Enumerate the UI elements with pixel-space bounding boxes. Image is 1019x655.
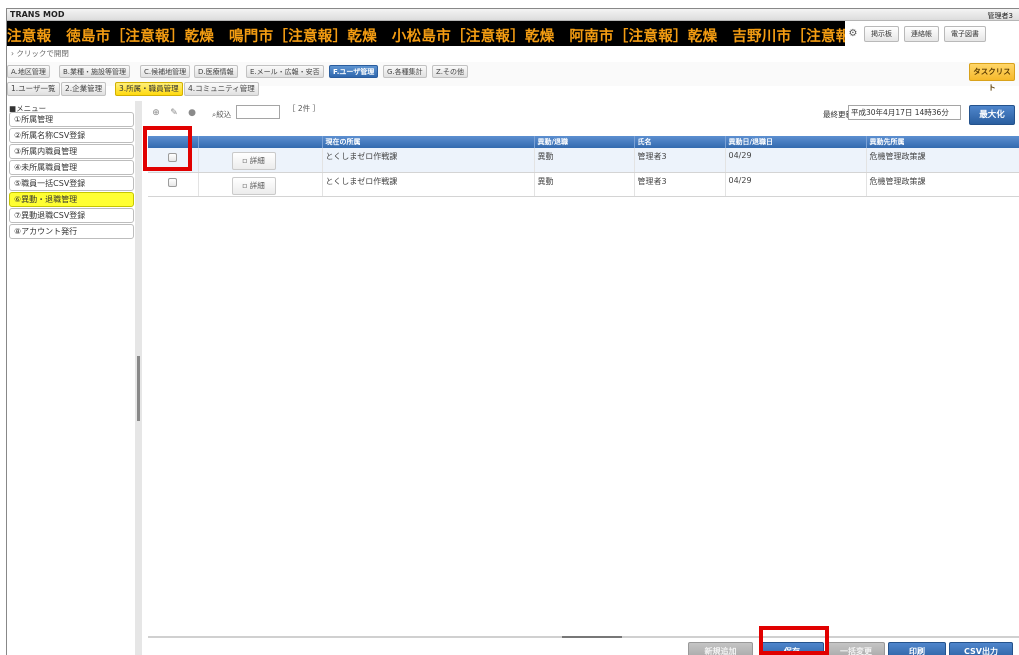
edit-icon[interactable]: ✎: [168, 107, 180, 119]
sidebar-item-affiliation-csv[interactable]: ②所属名称CSV登録: [9, 128, 134, 143]
add-icon[interactable]: ⊕: [150, 107, 162, 119]
tab-statistics[interactable]: G.各種集計: [383, 65, 427, 78]
current-affiliation: とくしまゼロ作戦課: [322, 148, 535, 173]
table-row[interactable]: ▫ 詳細 とくしまゼロ作戦課 異動 管理者3 04/29 危機管理政策課: [148, 148, 1019, 173]
chevron-right-icon: ›: [11, 49, 14, 58]
splitter-grip[interactable]: [137, 356, 140, 421]
sidebar: ■メニュー ①所属管理 ②所属名称CSV登録 ③所属内職員管理 ④未所属職員管理…: [7, 101, 142, 655]
app-window: TRANS MOD 管理者3 注意報 徳島市［注意報］乾燥 鳴門市［注意報］乾燥…: [6, 8, 1019, 655]
destination: 危機管理政策課: [866, 172, 1019, 197]
grid-toolbar: ⊕ ✎ ● ⌕絞込 ［ 2件 ］ 最終更新日 平成30年4月17日 14時36分…: [142, 101, 1019, 129]
col-current-affiliation[interactable]: 現在の所属: [322, 136, 535, 148]
sidebar-item-affiliation[interactable]: ①所属管理: [9, 112, 134, 127]
col-detail: [198, 136, 323, 148]
sidebar-item-staff[interactable]: ③所属内職員管理: [9, 144, 134, 159]
sidebar-item-transfer-retire[interactable]: ⑥異動・退職管理: [9, 192, 134, 207]
bulletin-button[interactable]: 掲示板: [864, 26, 899, 42]
title-bar: TRANS MOD 管理者3: [7, 9, 1019, 21]
tab-user-management[interactable]: F.ユーザ管理: [329, 65, 379, 78]
tab-candidate-site[interactable]: C.候補地管理: [140, 65, 191, 78]
detail-label: 詳細: [249, 156, 265, 165]
tab-other[interactable]: Z.その他: [432, 65, 469, 78]
staff-name: 管理者3: [634, 148, 726, 173]
menu-header: ■メニュー: [9, 104, 47, 113]
tab-medical[interactable]: D.医療情報: [194, 65, 238, 78]
col-date[interactable]: 異動日/退職日: [725, 136, 867, 148]
filter-label: ⌕絞込: [212, 109, 231, 120]
document-icon: ▫: [242, 180, 250, 190]
app-title: TRANS MOD: [10, 10, 65, 19]
detail-label: 詳細: [249, 180, 265, 190]
col-transfer-type[interactable]: 異動/退職: [534, 136, 635, 148]
quick-toggle[interactable]: › クリックで開閉: [7, 48, 1019, 60]
record-count: ［ 2件 ］: [288, 104, 321, 113]
gear-icon[interactable]: ⚙: [847, 28, 859, 40]
user-name[interactable]: 管理者3: [988, 11, 1013, 21]
info-icon[interactable]: ●: [186, 107, 198, 119]
top-right-buttons: ⚙ 掲示板 連絡帳 電子図書: [847, 23, 1019, 45]
library-button[interactable]: 電子図書: [944, 26, 986, 42]
highlight-box-save: [759, 626, 829, 655]
filter-label-text: 絞込: [216, 110, 232, 119]
horizontal-scrollbar[interactable]: [148, 636, 1019, 638]
highlight-box-checkbox: [143, 126, 192, 171]
col-name[interactable]: 氏名: [634, 136, 726, 148]
sidebar-splitter[interactable]: [135, 101, 142, 655]
col-destination[interactable]: 異動先所属: [866, 136, 1019, 148]
contact-button[interactable]: 連絡帳: [904, 26, 939, 42]
table-header: 現在の所属 異動/退職 氏名 異動日/退職日 異動先所属: [148, 136, 1019, 148]
sidebar-item-transfer-csv[interactable]: ⑦異動退職CSV登録: [9, 208, 134, 223]
sidebar-item-unassigned-staff[interactable]: ④未所属職員管理: [9, 160, 134, 175]
csv-export-button[interactable]: CSV出力: [949, 642, 1013, 655]
tab-mail[interactable]: E.メール・広報・安否: [246, 65, 324, 78]
current-affiliation: とくしまゼロ作戦課: [322, 172, 535, 197]
bulk-change-button[interactable]: 一括変更: [827, 642, 885, 655]
print-button[interactable]: 印刷: [888, 642, 946, 655]
detail-button[interactable]: ▫ 詳細: [231, 176, 276, 195]
filter-input[interactable]: [236, 105, 280, 119]
tab-area[interactable]: A.地区管理: [7, 65, 50, 78]
alert-ticker: 注意報 徳島市［注意報］乾燥 鳴門市［注意報］乾燥 小松島市［注意報］乾燥 阿南…: [7, 21, 845, 46]
maximize-button[interactable]: 最大化: [969, 105, 1015, 125]
add-new-button[interactable]: 新規追加: [688, 642, 753, 655]
sub-tabs: 1.ユーザ一覧 2.企業管理 3.所属・職員管理 4.コミュニティ管理: [7, 82, 1019, 96]
row-checkbox[interactable]: [168, 177, 178, 187]
sidebar-item-account-issue[interactable]: ⑧アカウント発行: [9, 224, 134, 239]
document-icon: ▫: [242, 156, 250, 165]
transfer-date: 04/29: [725, 172, 867, 197]
transfer-type: 異動: [534, 172, 635, 197]
row-checkbox-cell: [148, 172, 199, 197]
transfer-type: 異動: [534, 148, 635, 173]
subtab-community[interactable]: 4.コミュニティ管理: [184, 82, 259, 96]
detail-cell: ▫ 詳細: [198, 172, 323, 197]
ticker-text: 注意報 徳島市［注意報］乾燥 鳴門市［注意報］乾燥 小松島市［注意報］乾燥 阿南…: [7, 29, 845, 45]
detail-cell: ▫ 詳細: [198, 148, 323, 173]
tab-business-facility[interactable]: B.業種・施設等管理: [59, 65, 131, 78]
staff-name: 管理者3: [634, 172, 726, 197]
subtab-company[interactable]: 2.企業管理: [61, 82, 107, 96]
table-row[interactable]: ▫ 詳細 とくしまゼロ作戦課 異動 管理者3 04/29 危機管理政策課: [148, 172, 1019, 197]
destination: 危機管理政策課: [866, 148, 1019, 173]
scrollbar-thumb[interactable]: [562, 636, 622, 638]
transfer-date: 04/29: [725, 148, 867, 173]
tasklist-button[interactable]: タスクリスト: [969, 63, 1015, 92]
subtab-affiliation-staff[interactable]: 3.所属・職員管理: [115, 82, 183, 96]
detail-button[interactable]: ▫ 詳細: [231, 152, 276, 170]
last-updated-field: 平成30年4月17日 14時36分: [848, 105, 961, 120]
quick-toggle-label: クリックで開閉: [16, 49, 69, 58]
transfer-table: 現在の所属 異動/退職 氏名 異動日/退職日 異動先所属 ▫ 詳細 とくしまゼロ…: [148, 136, 1019, 197]
subtab-user-list[interactable]: 1.ユーザ一覧: [7, 82, 60, 96]
sidebar-item-staff-csv[interactable]: ⑤職員一括CSV登録: [9, 176, 134, 191]
